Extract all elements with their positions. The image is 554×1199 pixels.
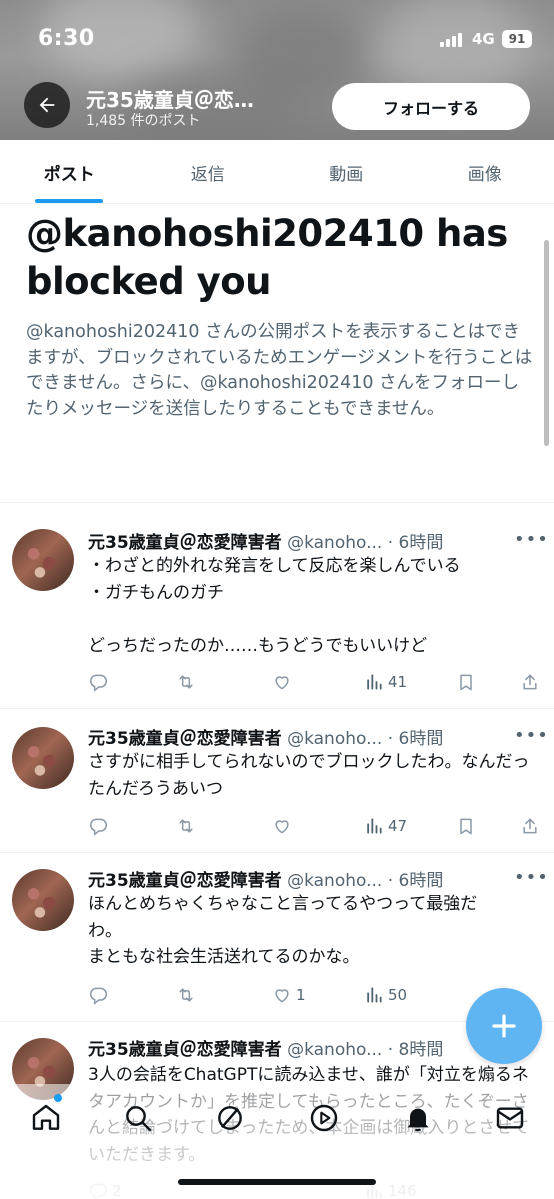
notification-dot <box>54 1094 62 1102</box>
post-handle: @kanoho... <box>287 729 383 749</box>
post-text: ほんとめちゃくちゃなこと言ってるやつって最強だわ。 まともな社会生活送れてるのか… <box>88 894 478 967</box>
post[interactable]: 元35歳童貞＠恋愛障害者 @kanoho... · 6時間 ••• さすがに相手… <box>0 709 554 852</box>
post-author: 元35歳童貞＠恋愛障害者 <box>88 729 282 749</box>
view-count: 41 <box>388 673 408 691</box>
network-label: 4G <box>472 30 495 48</box>
mail-icon[interactable] <box>490 1098 530 1138</box>
plus-icon <box>492 1014 516 1038</box>
follow-button[interactable]: フォローする <box>332 83 530 130</box>
bell-icon[interactable] <box>398 1098 438 1138</box>
post-text: ・わざと的外れな発言をして反応を楽しんでいる ・ガチもんのガチ どっちだったのか… <box>88 556 461 656</box>
post-time: 8時間 <box>398 1040 444 1060</box>
avatar[interactable] <box>12 727 74 789</box>
profile-tabs: ポスト 返信 動画 画像 <box>0 140 554 204</box>
tab-videos[interactable]: 動画 <box>277 140 416 203</box>
status-time: 6:30 <box>38 26 95 51</box>
post-header: 元35歳童貞＠恋愛障害者 @kanoho... · 6時間 <box>88 871 444 891</box>
tab-images[interactable]: 画像 <box>416 140 554 203</box>
post-header: 元35歳童貞＠恋愛障害者 @kanoho... · 6時間 <box>88 729 444 749</box>
view-count: 47 <box>388 817 408 835</box>
post[interactable]: 元35歳童貞＠恋愛障害者 @kanoho... · 6時間 ••• ・わざと的外… <box>0 503 554 708</box>
repost-icon[interactable] <box>176 984 196 1006</box>
post-header: 元35歳童貞＠恋愛障害者 @kanoho... · 8時間 <box>88 1040 444 1060</box>
blocked-title: @kanohoshi202410 has blocked you <box>26 212 508 303</box>
post-time: 6時間 <box>398 871 444 891</box>
reply-icon[interactable] <box>88 984 108 1006</box>
views-icon <box>367 987 382 1003</box>
more-icon[interactable]: ••• <box>514 867 548 888</box>
post-handle: @kanoho... <box>287 533 383 553</box>
scrollbar[interactable] <box>544 240 549 446</box>
reply-icon[interactable] <box>88 815 108 837</box>
tab-posts[interactable]: ポスト <box>0 140 139 203</box>
avatar[interactable] <box>12 869 74 931</box>
blocked-description: @kanohoshi202410 さんの公開ポストを表示することはできますが、ブ… <box>26 322 533 419</box>
post-header: 元35歳童貞＠恋愛障害者 @kanoho... · 6時間 <box>88 533 444 553</box>
heart-icon[interactable] <box>272 815 292 837</box>
search-icon[interactable] <box>118 1098 158 1138</box>
post-author: 元35歳童貞＠恋愛障害者 <box>88 871 282 891</box>
repost-icon[interactable] <box>176 671 196 693</box>
more-icon[interactable]: ••• <box>514 725 548 746</box>
post-author: 元35歳童貞＠恋愛障害者 <box>88 533 282 553</box>
reply-icon[interactable] <box>88 671 108 693</box>
post-text: さすがに相手してられないのでブロックしたわ。なんだったんだろうあいつ <box>88 752 530 799</box>
repost-icon[interactable] <box>176 815 196 837</box>
views-icon <box>367 674 382 690</box>
share-icon[interactable] <box>520 815 540 837</box>
like-count: 1 <box>296 986 306 1004</box>
back-button[interactable] <box>24 82 70 128</box>
video-icon[interactable] <box>304 1098 344 1138</box>
post-actions: 47 <box>88 815 538 837</box>
post-actions: 41 <box>88 671 538 693</box>
post-author: 元35歳童貞＠恋愛障害者 <box>88 1040 282 1060</box>
home-indicator[interactable] <box>178 1179 376 1185</box>
views-button[interactable]: 41 <box>364 671 407 693</box>
views-button[interactable]: 50 <box>364 984 407 1006</box>
like-button[interactable]: 1 <box>272 984 306 1006</box>
share-icon[interactable] <box>520 671 540 693</box>
post-count: 1,485 件のポスト <box>86 113 201 129</box>
post-actions: 1 50 <box>88 984 538 1006</box>
signal-icon <box>440 33 462 47</box>
status-bar: 6:30 4G 91 <box>0 0 554 80</box>
post-time: 6時間 <box>398 729 444 749</box>
post-handle: @kanoho... <box>287 1040 383 1060</box>
avatar[interactable] <box>12 529 74 591</box>
compose-button[interactable] <box>466 988 542 1064</box>
grok-icon[interactable] <box>210 1098 250 1138</box>
home-icon[interactable] <box>26 1098 66 1138</box>
arrow-left-icon <box>39 97 55 113</box>
views-button[interactable]: 47 <box>364 815 407 837</box>
post-handle: @kanoho... <box>287 871 383 891</box>
bookmark-icon[interactable] <box>456 815 476 837</box>
heart-icon <box>275 989 289 1003</box>
heart-icon[interactable] <box>272 671 292 693</box>
bookmark-icon[interactable] <box>456 671 476 693</box>
post-time: 6時間 <box>398 533 444 553</box>
views-icon <box>367 818 382 834</box>
battery-icon: 91 <box>502 30 532 48</box>
tab-replies[interactable]: 返信 <box>139 140 278 203</box>
profile-name: 元35歳童貞＠恋… <box>86 88 254 112</box>
view-count: 50 <box>388 986 408 1004</box>
more-icon[interactable]: ••• <box>514 529 548 550</box>
post[interactable]: 元35歳童貞＠恋愛障害者 @kanoho... · 6時間 ••• ほんとめちゃ… <box>0 853 554 1021</box>
